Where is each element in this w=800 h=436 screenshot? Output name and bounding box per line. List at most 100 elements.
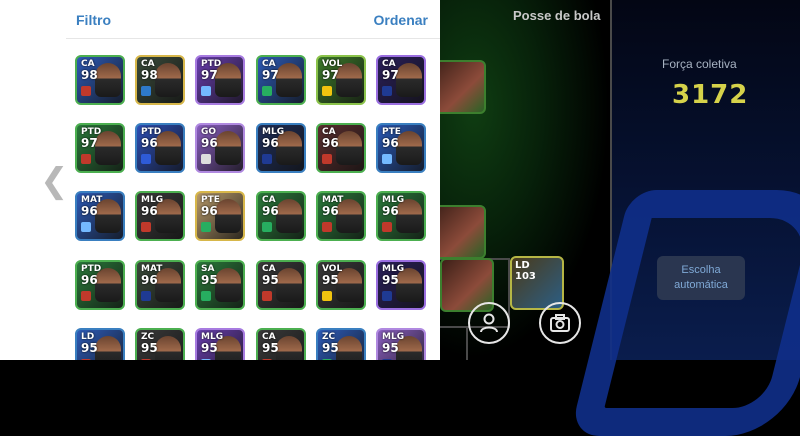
- field-card-rating: 103: [515, 271, 536, 282]
- skill-dots-icon: [201, 300, 241, 306]
- team-strength-label: Força coletiva: [662, 57, 737, 71]
- player-card[interactable]: MLG 96: [135, 191, 185, 241]
- skill-dots-icon: [201, 231, 241, 237]
- user-icon: [480, 313, 498, 333]
- skill-dots-icon: [81, 163, 121, 169]
- card-rating: 96: [201, 136, 218, 150]
- card-rating: 96: [141, 136, 158, 150]
- pitch-line: [466, 326, 468, 360]
- skill-dots-icon: [141, 95, 181, 101]
- player-card[interactable]: MAT 96: [135, 260, 185, 310]
- back-chevron-icon[interactable]: ❮: [40, 164, 69, 198]
- card-rating: 96: [81, 204, 98, 218]
- player-portrait: [336, 336, 362, 360]
- player-card[interactable]: PTD 96: [75, 260, 125, 310]
- auto-select-label-line2: automática: [674, 279, 728, 291]
- card-rating: 96: [382, 136, 399, 150]
- auto-select-button[interactable]: Escolha automática: [657, 256, 745, 300]
- card-rating: 98: [81, 68, 98, 82]
- skill-dots-icon: [382, 163, 422, 169]
- card-rating: 96: [382, 204, 399, 218]
- player-portrait: [276, 268, 302, 302]
- card-rating: 96: [141, 204, 158, 218]
- camera-icon: [550, 314, 570, 332]
- card-rating: 98: [141, 68, 158, 82]
- player-card[interactable]: PTD 97: [195, 55, 245, 105]
- player-portrait: [276, 336, 302, 360]
- player-card[interactable]: SA 95: [195, 260, 245, 310]
- card-rating: 96: [262, 136, 279, 150]
- card-rating: 96: [322, 204, 339, 218]
- player-card[interactable]: ZC 95: [135, 328, 185, 360]
- player-card[interactable]: MAT 96: [316, 191, 366, 241]
- card-rating: 96: [262, 204, 279, 218]
- skill-dots-icon: [262, 300, 302, 306]
- skill-dots-icon: [262, 231, 302, 237]
- team-strength-value: 3172: [672, 80, 749, 110]
- player-card[interactable]: MLG 96: [376, 191, 426, 241]
- player-card[interactable]: CA 97: [256, 55, 306, 105]
- card-rating: 95: [201, 341, 218, 355]
- player-portrait: [336, 131, 362, 165]
- player-portrait: [155, 63, 181, 97]
- card-rating: 97: [382, 68, 399, 82]
- skill-dots-icon: [262, 95, 302, 101]
- player-portrait: [95, 336, 121, 360]
- player-portrait: [215, 131, 241, 165]
- player-card[interactable]: CA 96: [316, 123, 366, 173]
- field-player-card[interactable]: [432, 205, 486, 259]
- camera-button[interactable]: [539, 302, 581, 344]
- card-rating: 97: [81, 136, 98, 150]
- player-card[interactable]: GO 96: [195, 123, 245, 173]
- player-card[interactable]: MLG 96: [256, 123, 306, 173]
- player-card[interactable]: MAT 96: [75, 191, 125, 241]
- possession-label: Posse de bola: [513, 8, 601, 23]
- card-rating: 97: [262, 68, 279, 82]
- card-rating: 96: [81, 273, 98, 287]
- player-portrait: [155, 336, 181, 360]
- player-portrait: [276, 63, 302, 97]
- player-card[interactable]: LD 95: [75, 328, 125, 360]
- skill-dots-icon: [382, 300, 422, 306]
- player-portrait: [276, 199, 302, 233]
- player-portrait: [215, 268, 241, 302]
- skill-dots-icon: [201, 95, 241, 101]
- filter-button[interactable]: Filtro: [76, 12, 111, 28]
- player-card[interactable]: CA 95: [256, 260, 306, 310]
- skill-dots-icon: [141, 231, 181, 237]
- player-card[interactable]: PTE 96: [376, 123, 426, 173]
- card-rating: 95: [262, 341, 279, 355]
- card-rating: 95: [382, 273, 399, 287]
- field-player-card[interactable]: [432, 60, 486, 114]
- sort-button[interactable]: Ordenar: [374, 12, 428, 28]
- skill-dots-icon: [201, 163, 241, 169]
- skill-dots-icon: [81, 95, 121, 101]
- skill-dots-icon: [262, 163, 302, 169]
- player-card[interactable]: MLG 95: [376, 328, 426, 360]
- card-rating: 97: [201, 68, 218, 82]
- player-card[interactable]: PTD 97: [75, 123, 125, 173]
- card-rating: 95: [201, 273, 218, 287]
- player-card[interactable]: ZC 95: [316, 328, 366, 360]
- skill-dots-icon: [322, 95, 362, 101]
- player-card[interactable]: CA 97: [376, 55, 426, 105]
- player-card[interactable]: CA 96: [256, 191, 306, 241]
- player-card[interactable]: CA 95: [256, 328, 306, 360]
- player-card[interactable]: VOL 95: [316, 260, 366, 310]
- player-card[interactable]: MLG 95: [195, 328, 245, 360]
- player-card[interactable]: PTE 96: [195, 191, 245, 241]
- skill-dots-icon: [141, 300, 181, 306]
- player-card[interactable]: CA 98: [75, 55, 125, 105]
- skill-dots-icon: [81, 231, 121, 237]
- card-rating: 95: [81, 341, 98, 355]
- card-rating: 95: [141, 341, 158, 355]
- player-card[interactable]: MLG 95: [376, 260, 426, 310]
- card-rating: 97: [322, 68, 339, 82]
- player-card[interactable]: CA 98: [135, 55, 185, 105]
- card-rating: 96: [322, 136, 339, 150]
- player-card[interactable]: PTD 96: [135, 123, 185, 173]
- skill-dots-icon: [322, 300, 362, 306]
- user-button[interactable]: [468, 302, 510, 344]
- player-card[interactable]: VOL 97: [316, 55, 366, 105]
- skill-dots-icon: [382, 231, 422, 237]
